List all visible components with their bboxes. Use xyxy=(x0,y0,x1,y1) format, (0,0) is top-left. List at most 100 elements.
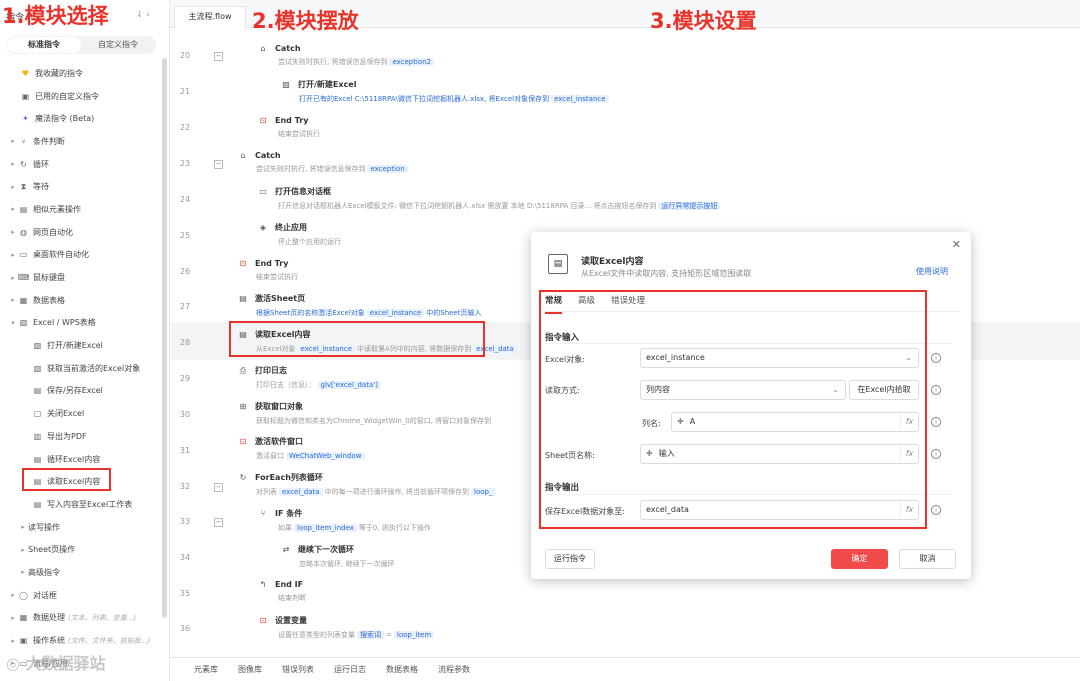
tree-item-excel[interactable]: ▾ ▧ Excel / WPS表格 xyxy=(0,312,162,335)
step-title: 获取窗口对象 xyxy=(255,402,303,411)
tree-item-label: 对话框 xyxy=(33,590,57,600)
step-title: End IF xyxy=(275,579,304,589)
info-icon[interactable]: i xyxy=(931,385,941,395)
desktop-icon: ▭ xyxy=(19,250,28,260)
tree-item-dialog[interactable]: ▸ ◯ 对话框 xyxy=(0,584,162,607)
help-link[interactable]: 使用说明 xyxy=(916,266,948,277)
flow-step[interactable]: ⑂ IF 条件 如果 loop_item_index 等于0, 则执行以下操作 xyxy=(258,508,431,533)
tree-item-label: 鼠标键盘 xyxy=(33,273,65,283)
end-try-icon: ⊡ xyxy=(259,115,267,125)
fold-toggle[interactable]: − xyxy=(214,518,223,527)
instruction-tabs: 标准指令 自定义指令 xyxy=(6,36,156,54)
step-desc: 根据Sheet页的名称激活Excel对象 xyxy=(256,309,365,317)
annotation-box-module-select xyxy=(22,468,111,491)
tree-item-os[interactable]: ▸ ▣ 操作系统 (文件、文件夹、剪贴板...) xyxy=(0,629,162,652)
collapse-icon[interactable]: ⇃ ‹ xyxy=(136,10,150,20)
tree-item-mouse[interactable]: ▸ ⌨ 鼠标键盘 xyxy=(0,266,162,289)
tab-data-table[interactable]: 数据表格 xyxy=(386,664,418,675)
step-desc: 激活窗口 xyxy=(256,452,284,460)
tab-flow-params[interactable]: 流程参数 xyxy=(438,664,470,675)
info-icon[interactable]: i xyxy=(931,449,941,459)
step-desc: 设置任意类型的列表变量 xyxy=(278,631,355,639)
tab-main-flow[interactable]: 主流程.flow xyxy=(174,6,246,28)
tree-item-advanced[interactable]: ▸ 高级指令 xyxy=(0,561,162,584)
excel-icon: ▧ xyxy=(282,80,290,89)
foreach-icon: ↻ xyxy=(239,473,247,482)
info-icon[interactable]: i xyxy=(931,417,941,427)
continue-icon: ⇄ xyxy=(282,545,290,554)
tree-item-label: 相似元素操作 xyxy=(33,204,81,214)
chevron-right-icon: ▸ xyxy=(21,545,25,554)
line-number: 31 xyxy=(179,446,191,455)
tree-item-similar[interactable]: ▸ ▤ 相似元素操作 xyxy=(0,198,162,221)
left-scrollbar[interactable] xyxy=(162,58,167,618)
tree-item-loop-excel[interactable]: ▤ 循环Excel内容 xyxy=(0,448,162,471)
logo-icon: ◎ xyxy=(6,654,26,673)
tree-item-get-active-excel[interactable]: ▧ 获取当前激活的Excel对象 xyxy=(0,357,162,380)
tab-error-list[interactable]: 错误列表 xyxy=(282,664,314,675)
end-try-icon: ⊡ xyxy=(239,258,247,268)
flow-step[interactable]: ⊡ 激活软件窗口 激活窗口 WeChatWeb_window xyxy=(238,436,367,461)
tab-standard[interactable]: 标准指令 xyxy=(7,37,81,53)
info-icon[interactable]: i xyxy=(931,505,941,515)
data-icon: ▦ xyxy=(19,613,28,623)
flow-step[interactable]: ⎙ 打印日志 打印日志（信息）： glv['excel_data'] xyxy=(238,365,383,390)
flow-step[interactable]: ◈ 终止应用 停止整个应用的运行 xyxy=(258,222,341,247)
tree-item-label: 获取当前激活的Excel对象 xyxy=(47,363,141,373)
set-variable-icon: ⊡ xyxy=(259,616,267,625)
tree-item-table[interactable]: ▸ ▦ 数据表格 xyxy=(0,289,162,312)
tree-item-condition[interactable]: ▸ ⑂ 条件判断 xyxy=(0,130,162,153)
flow-step[interactable]: ⊡ End Try 结束尝试执行 xyxy=(258,115,320,139)
run-command-button[interactable]: 运行指令 xyxy=(545,549,595,569)
fold-toggle[interactable]: − xyxy=(214,483,223,492)
tree-item-web[interactable]: ▸ ◍ 网页自动化 xyxy=(0,221,162,244)
tree-item-save-excel[interactable]: ▤ 保存/另存Excel xyxy=(0,380,162,403)
flow-step[interactable]: ↻ ForEach列表循环 对列表 excel_data 中的每一项进行循环操作, 将… xyxy=(238,472,498,497)
flow-step[interactable]: ↰ End IF 结束判断 xyxy=(258,579,306,603)
cancel-button[interactable]: 取消 xyxy=(899,549,956,569)
tree-item-label: 已用的自定义指令 xyxy=(35,91,99,101)
tree-item-label: 数据处理 xyxy=(33,613,65,623)
tree-item-sheet-ops[interactable]: ▸ Sheet页操作 xyxy=(0,538,162,561)
tree-item-export-pdf[interactable]: ▥ 导出为PDF xyxy=(0,425,162,448)
chevron-right-icon: ▸ xyxy=(11,137,15,146)
flow-step[interactable]: ⊞ 获取窗口对象 获取标题为微信和类名为Chrome_WidgetWin_0的窗口… xyxy=(238,401,492,426)
tree-item-rw-ops[interactable]: ▸ 读写操作 xyxy=(0,516,162,539)
tree-item-close-excel[interactable]: ▢ 关闭Excel xyxy=(0,402,162,425)
tab-element-library[interactable]: 元素库 xyxy=(194,664,218,675)
info-icon[interactable]: i xyxy=(931,353,941,363)
confirm-button[interactable]: 确定 xyxy=(831,549,888,569)
flow-step[interactable]: ⊡ 设置变量 设置任意类型的列表变量 搜索词 = loop_item xyxy=(258,615,436,640)
tree-item-label: 数据表格 xyxy=(33,295,65,305)
chevron-right-icon: ▸ xyxy=(11,160,15,169)
tree-item-magic[interactable]: ✦ 魔法指令 (Beta) xyxy=(0,107,162,130)
tree-item-write-excel[interactable]: ▤ 写入内容至Excel工作表 xyxy=(0,493,162,516)
step-desc: 结束尝试执行 xyxy=(278,130,320,138)
flow-step[interactable]: ⊡ End Try 结束尝试执行 xyxy=(238,258,298,282)
chevron-right-icon: ▸ xyxy=(11,296,15,305)
tab-custom[interactable]: 自定义指令 xyxy=(81,37,155,53)
tree-item-loop[interactable]: ▸ ↻ 循环 xyxy=(0,153,162,176)
flow-step[interactable]: ▭ 打开信息对话框 打开信息对话框机器人Excel模板文件: 微信下拉词挖掘机器人… xyxy=(258,186,722,211)
similar-icon: ▤ xyxy=(19,204,28,214)
flow-step[interactable]: ⌂ Catch 尝试失败时执行, 将错误信息保存到 exception xyxy=(238,150,410,174)
tree-item-label: 我收藏的指令 xyxy=(35,68,83,78)
flow-step[interactable]: ▤ 激活Sheet页 根据Sheet页的名称激活Excel对象 excel_inst… xyxy=(238,293,482,318)
flow-step[interactable]: ⇄ 继续下一次循环 忽略本次循环, 继续下一次循环 xyxy=(281,544,395,569)
line-number: 27 xyxy=(179,302,191,311)
tree-item-used-custom[interactable]: ▣ 已用的自定义指令 xyxy=(0,85,162,108)
tree-item-desktop[interactable]: ▸ ▭ 桌面软件自动化 xyxy=(0,244,162,267)
tree-item-open-excel[interactable]: ▧ 打开/新建Excel xyxy=(0,334,162,357)
fold-toggle[interactable]: − xyxy=(214,52,223,61)
step-title: 继续下一次循环 xyxy=(298,545,354,554)
tree-item-favorites[interactable]: ♥ 我收藏的指令 xyxy=(0,62,162,85)
tree-item-wait[interactable]: ▸ ⧗ 等待 xyxy=(0,175,162,198)
tab-run-log[interactable]: 运行日志 xyxy=(334,664,366,675)
close-icon[interactable]: ✕ xyxy=(952,238,961,251)
tree-item-label: Excel / WPS表格 xyxy=(33,318,96,328)
tree-item-data-proc[interactable]: ▸ ▦ 数据处理 (文本、列表、变量...) xyxy=(0,607,162,630)
tab-image-library[interactable]: 图像库 xyxy=(238,664,262,675)
fold-toggle[interactable]: − xyxy=(214,160,223,169)
flow-step[interactable]: ▧ 打开/新建Excel 打开已有的Excel C:\5118RPA\微信下拉词挖… xyxy=(281,79,611,104)
flow-step[interactable]: ⌂ Catch 尝试失败时执行, 将错误信息保存到 exception2 xyxy=(258,43,436,67)
